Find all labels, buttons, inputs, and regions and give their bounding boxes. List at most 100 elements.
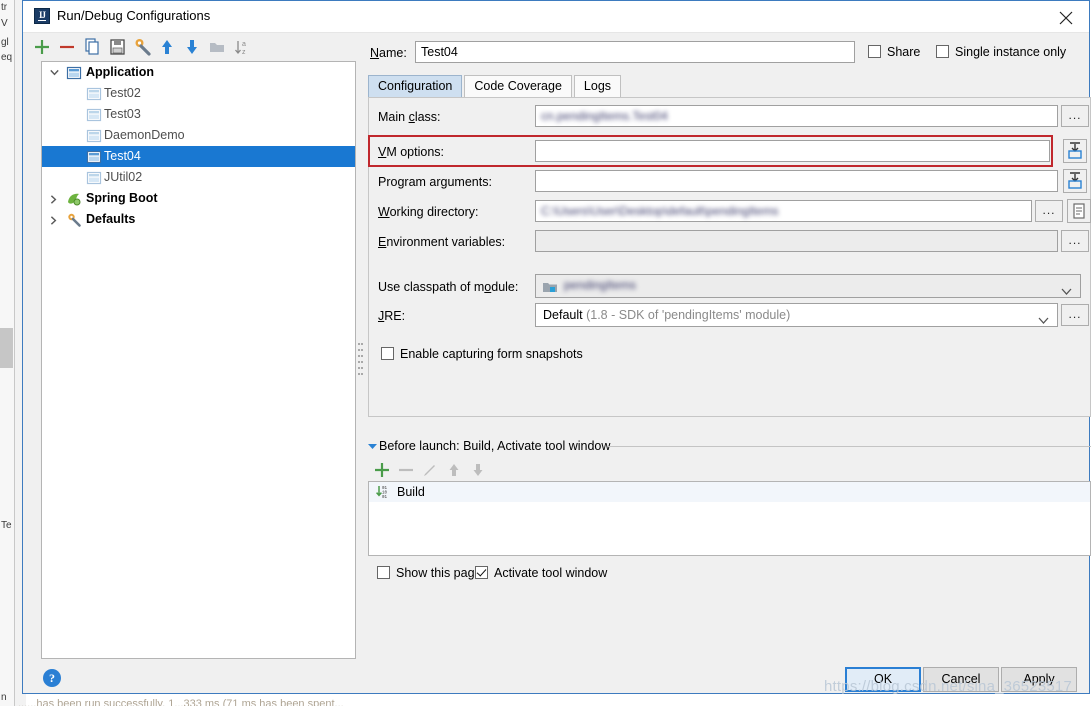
working-directory-macros-icon[interactable] (1067, 199, 1091, 223)
working-directory-browse-button[interactable]: ... (1035, 200, 1063, 222)
chevron-down-icon[interactable] (48, 62, 60, 83)
before-launch-list-item[interactable]: 01 10 01 Build (369, 482, 1090, 502)
jre-combo[interactable]: Default (1.8 - SDK of 'pendingItems' mod… (535, 303, 1058, 327)
tree-item-test02[interactable]: Test02 (42, 83, 355, 104)
tree-item-defaults[interactable]: Defaults (42, 209, 355, 230)
before-launch-edit-button[interactable] (419, 459, 441, 481)
application-icon (86, 86, 102, 102)
activate-tool-window-checkbox-box (475, 566, 488, 579)
tree-item-label: JUtil02 (104, 170, 143, 184)
single-instance-only-checkbox[interactable]: Single instance only (936, 45, 1066, 59)
background-ghost-text-3: gl (1, 37, 9, 48)
move-down-button[interactable] (181, 36, 203, 58)
tree-item-jutil02[interactable]: JUtil02 (42, 167, 355, 188)
environment-variables-browse-button[interactable]: ... (1061, 230, 1089, 252)
jre-value-muted: (1.8 - SDK of 'pendingItems' module) (586, 308, 791, 322)
application-icon (86, 149, 102, 165)
chevron-right-icon[interactable] (48, 188, 60, 209)
help-icon[interactable]: ? (43, 669, 61, 687)
application-icon (66, 65, 82, 81)
svg-text:01: 01 (382, 496, 388, 500)
copy-configuration-button[interactable] (81, 36, 103, 58)
working-directory-value: C:\Users\User\Desktop\default\pendingIte… (541, 204, 779, 218)
main-class-input[interactable]: cn.pendingItems.Test04 (535, 105, 1058, 127)
show-this-page-checkbox-label: Show this page (396, 566, 482, 580)
background-ghost-text-5: Te (1, 520, 12, 531)
environment-variables-input[interactable] (535, 230, 1058, 252)
before-launch-remove-button[interactable] (395, 459, 417, 481)
tree-item-label: Test03 (104, 107, 141, 121)
background-ghost-text-1: tr (1, 2, 8, 13)
use-classpath-of-module-value: pendingItems (564, 278, 637, 292)
tab-logs[interactable]: Logs (573, 75, 622, 97)
vm-options-label: VM options: (378, 145, 445, 159)
program-arguments-expand-editor-icon[interactable] (1063, 169, 1087, 193)
use-classpath-of-module-combo[interactable]: pendingItems (535, 274, 1081, 298)
tab-configuration[interactable]: Configuration (368, 75, 463, 97)
tree-item-spring-boot[interactable]: Spring Boot (42, 188, 355, 209)
before-launch-list[interactable]: 01 10 01 Build (368, 481, 1091, 556)
tree-item-test03[interactable]: Test03 (42, 104, 355, 125)
jre-value-strong: Default (543, 308, 583, 322)
show-this-page-checkbox[interactable]: Show this page (377, 566, 481, 580)
build-icon: 01 10 01 (375, 484, 393, 506)
name-label: Name: (370, 46, 407, 60)
background-ghost-text-4: eq (1, 52, 13, 63)
jre-browse-button[interactable]: ... (1061, 304, 1089, 326)
tree-item-label: Test04 (104, 149, 141, 163)
name-input[interactable] (415, 41, 855, 63)
working-directory-input[interactable]: C:\Users\User\Desktop\default\pendingIte… (535, 200, 1032, 222)
tab-code-coverage[interactable]: Code Coverage (464, 75, 572, 97)
tree-item-daemondemo[interactable]: DaemonDemo (42, 125, 355, 146)
activate-tool-window-checkbox-label: Activate tool window (494, 566, 608, 580)
configuration-tabs: Configuration Code Coverage Logs (368, 75, 623, 97)
before-launch-item-label: Build (397, 485, 425, 499)
triangle-down-icon (368, 439, 379, 453)
enable-capturing-form-snapshots-checkbox[interactable]: Enable capturing form snapshots (381, 347, 583, 361)
chevron-down-icon (1061, 284, 1072, 298)
vm-options-expand-editor-icon[interactable] (1063, 139, 1087, 163)
main-class-value: cn.pendingItems.Test04 (541, 109, 668, 123)
edit-templates-button[interactable] (131, 36, 153, 58)
save-configuration-button[interactable] (106, 36, 128, 58)
activate-tool-window-checkbox[interactable]: Activate tool window (475, 566, 607, 580)
chevron-right-icon[interactable] (48, 209, 60, 230)
add-configuration-button[interactable] (31, 36, 53, 58)
remove-configuration-button[interactable] (56, 36, 78, 58)
splitter-handle[interactable] (356, 341, 364, 385)
program-arguments-label: Program arguments: (378, 175, 492, 189)
before-launch-header[interactable]: Before launch: Build, Activate tool wind… (368, 439, 610, 453)
watermark: https://blog.csdn.net/sina_36523517 (824, 678, 1073, 695)
tree-item-label: Spring Boot (86, 191, 158, 205)
sort-configurations-button[interactable]: a z (231, 36, 253, 58)
move-into-folder-button[interactable] (206, 36, 228, 58)
main-class-browse-button[interactable]: ... (1061, 105, 1089, 127)
close-icon[interactable] (1043, 1, 1089, 31)
before-launch-move-down-button[interactable] (467, 459, 489, 481)
before-launch-add-button[interactable] (371, 459, 393, 481)
working-directory-label: Working directory: (378, 205, 479, 219)
application-icon (86, 128, 102, 144)
tree-item-test04[interactable]: Test04 (42, 146, 355, 167)
tree-item-application[interactable]: Application (42, 62, 355, 83)
jre-value: Default (1.8 - SDK of 'pendingItems' mod… (543, 308, 790, 322)
background-status-text: ......has been run successfully, 1...333… (18, 698, 344, 706)
program-arguments-input[interactable] (535, 170, 1058, 192)
before-launch-move-up-button[interactable] (443, 459, 465, 481)
enable-capturing-checkbox-label: Enable capturing form snapshots (400, 347, 583, 361)
vm-options-input[interactable] (535, 140, 1050, 162)
single-instance-only-checkbox-label: Single instance only (955, 45, 1067, 59)
before-launch-divider (608, 446, 1091, 447)
configurations-tree[interactable]: Application Test02 Test03 DaemonDemo Tes… (41, 61, 356, 659)
background-ghost-text-6: n (1, 692, 7, 703)
tree-item-label: Application (86, 65, 155, 79)
intellij-idea-icon: IJ (34, 8, 50, 24)
chevron-down-icon (1038, 313, 1049, 327)
use-classpath-of-module-label: Use classpath of module: (378, 280, 519, 294)
jre-label: JRE: (378, 309, 406, 323)
background-scrollbar[interactable] (0, 328, 13, 368)
share-checkbox[interactable]: Share (868, 45, 920, 59)
before-launch-header-text: Before launch: Build, Activate tool wind… (379, 439, 611, 453)
move-up-button[interactable] (156, 36, 178, 58)
environment-variables-label: Environment variables: (378, 235, 506, 249)
